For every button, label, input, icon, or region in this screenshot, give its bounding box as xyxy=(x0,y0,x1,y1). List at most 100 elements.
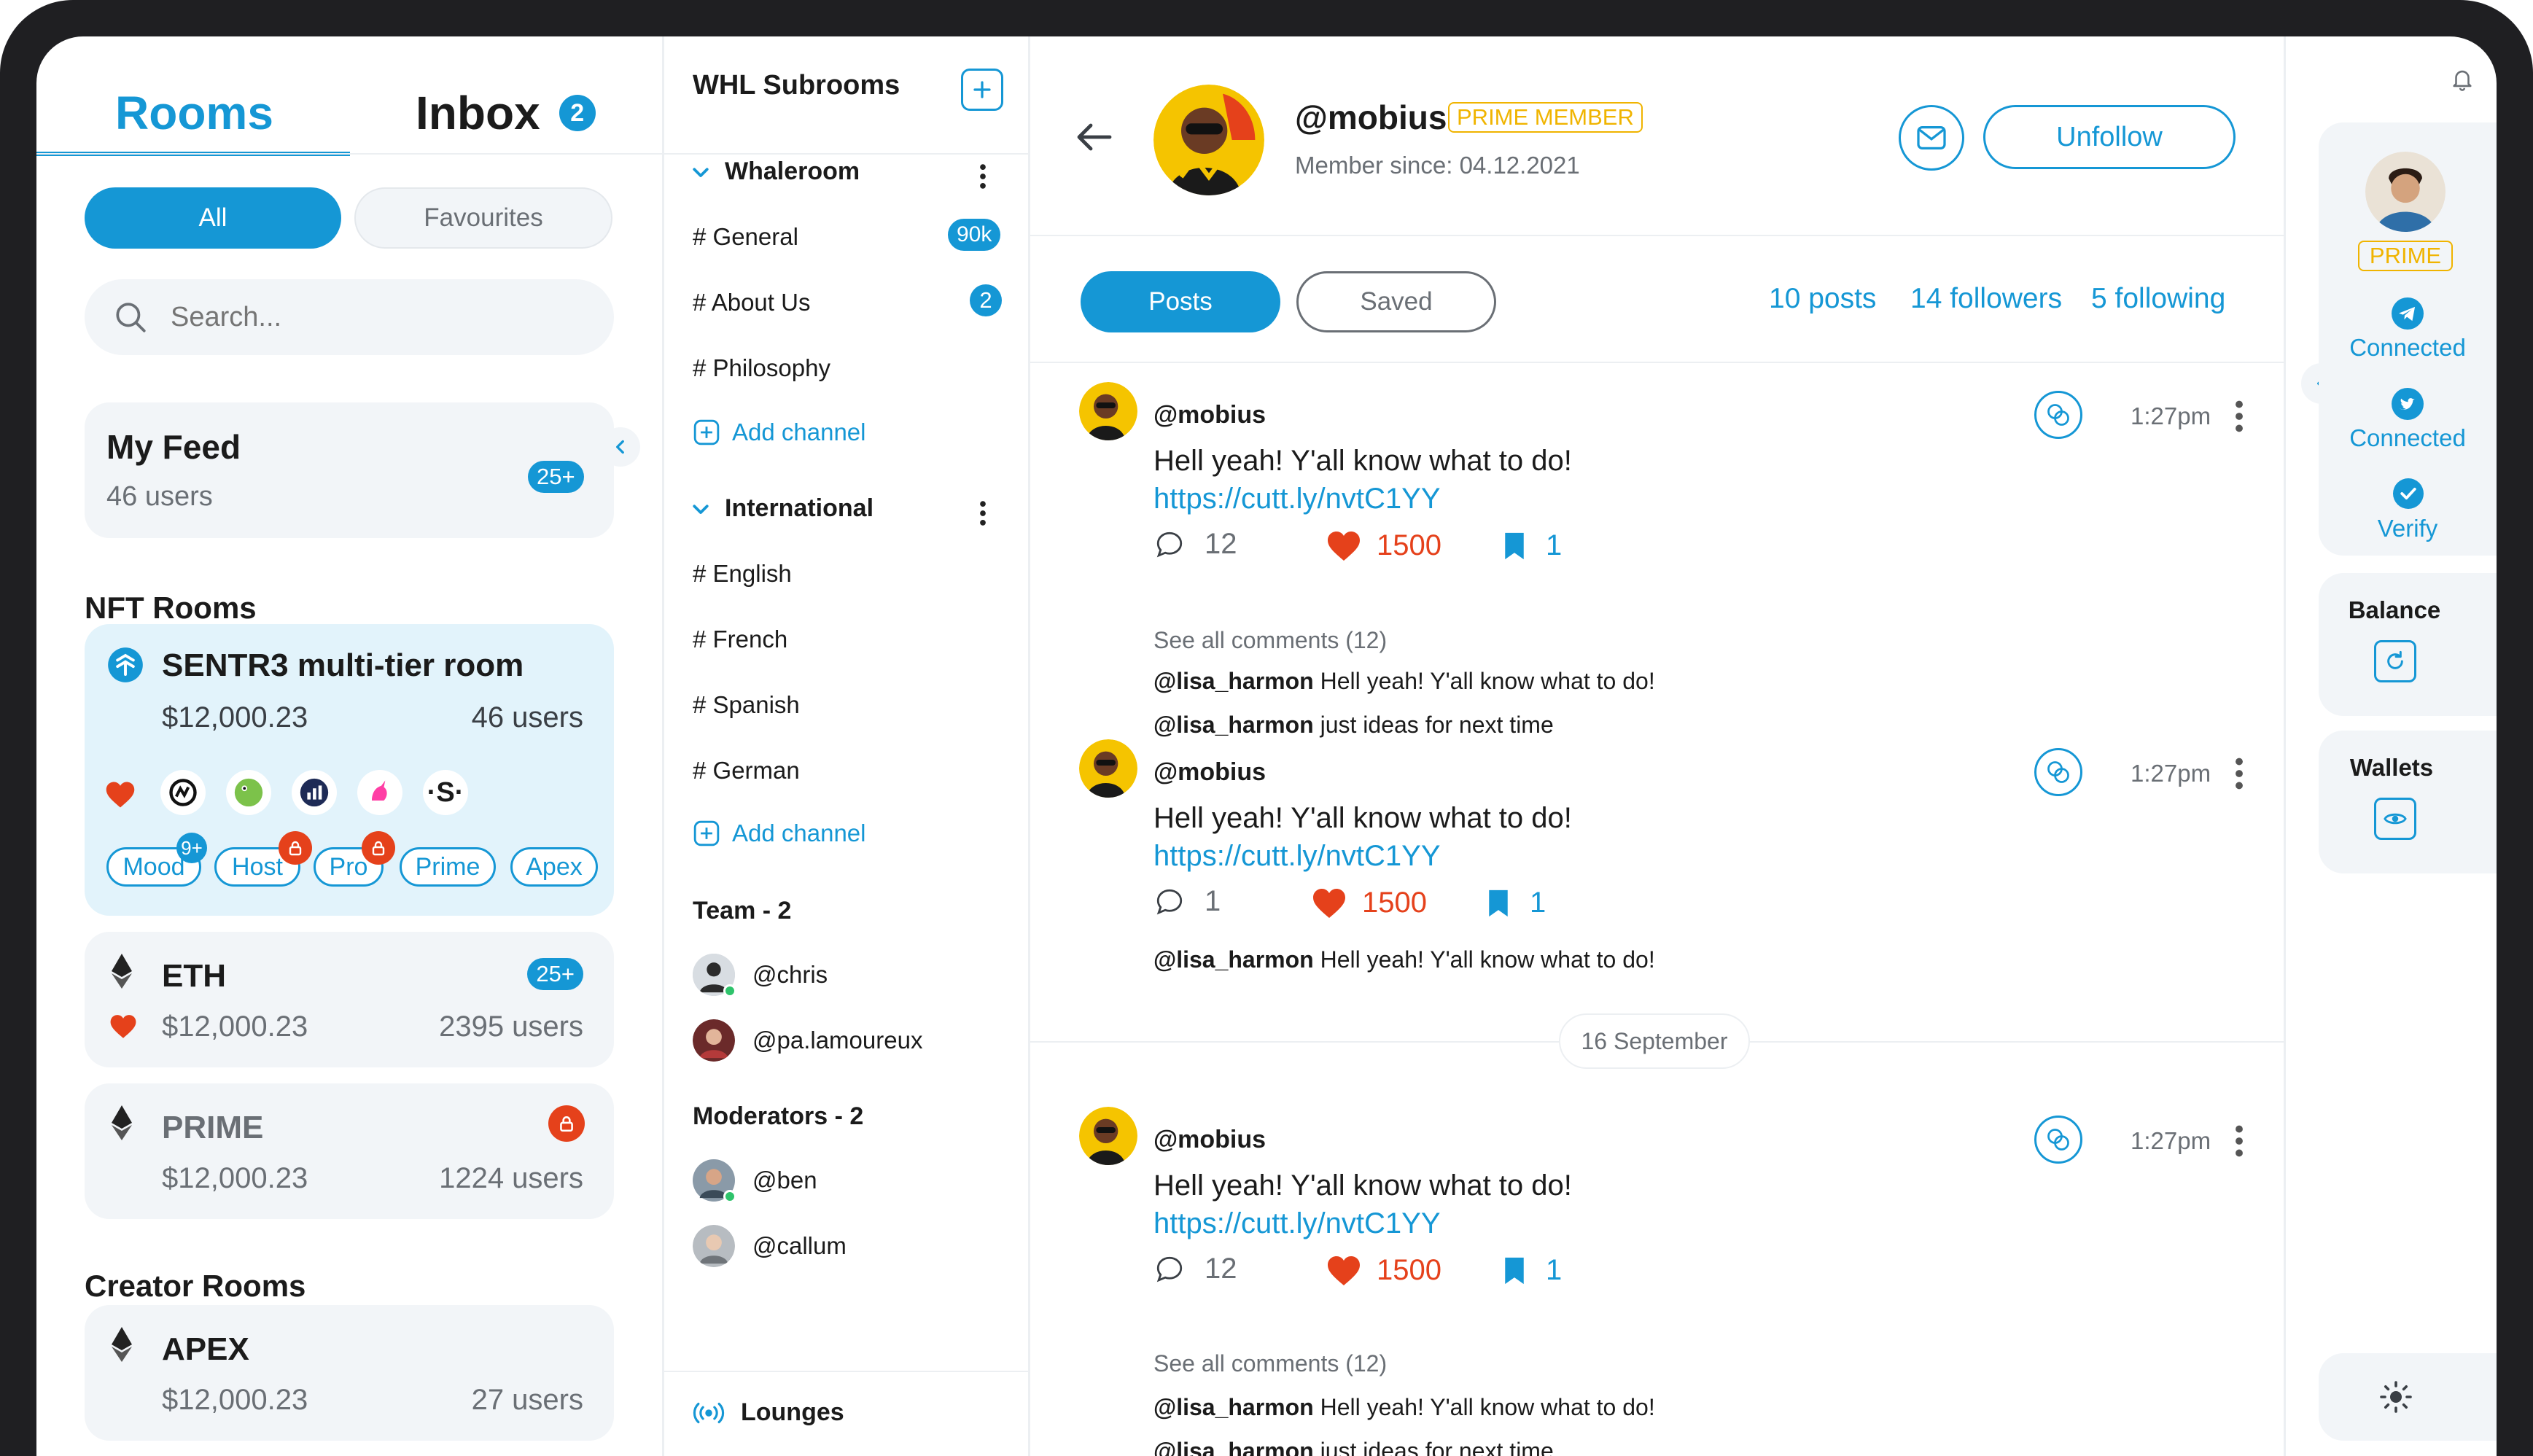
my-feed-card[interactable]: My Feed 46 users 25+ xyxy=(85,402,614,538)
tag-prime[interactable]: Prime xyxy=(400,847,496,887)
member-ben[interactable]: @ben xyxy=(693,1159,817,1203)
eth-name: ETH xyxy=(162,958,226,994)
international-group[interactable]: International xyxy=(690,494,873,523)
theme-toggle-card[interactable] xyxy=(2319,1353,2497,1441)
member-name: @chris xyxy=(752,961,828,988)
member-name: @ben xyxy=(752,1167,817,1194)
post-author[interactable]: @mobius xyxy=(1153,401,1266,429)
apex-room-card[interactable]: APEX $12,000.23 27 users xyxy=(85,1305,614,1441)
channel-philosophy[interactable]: # Philosophy xyxy=(693,354,830,382)
comment-text: just ideas for next time xyxy=(1320,1438,1554,1456)
more-vertical-icon[interactable] xyxy=(978,163,987,193)
save-button[interactable]: 1 xyxy=(1487,887,1546,919)
online-status-dot xyxy=(723,984,736,997)
save-button[interactable]: 1 xyxy=(1503,529,1562,562)
post-author[interactable]: @mobius xyxy=(1153,1126,1266,1154)
heart-icon[interactable] xyxy=(105,780,136,813)
app-screen: Rooms Inbox 2 All Favourites My Feed 46 … xyxy=(36,36,2497,1456)
balance-card[interactable]: Balance xyxy=(2319,573,2497,716)
inbox-tab[interactable]: Inbox 2 xyxy=(416,86,596,140)
search-input[interactable] xyxy=(169,300,577,334)
verify-label[interactable]: Verify xyxy=(2319,515,2497,542)
add-channel-button[interactable]: Add channel xyxy=(693,418,865,446)
rooms-tab[interactable]: Rooms xyxy=(115,86,273,140)
comment-user[interactable]: @lisa_harmon xyxy=(1153,1438,1314,1456)
member-chris[interactable]: @chris xyxy=(693,954,828,997)
comment-button[interactable]: 1 xyxy=(1153,885,1221,918)
avatar[interactable] xyxy=(1079,1107,1137,1165)
tip-coin-icon[interactable] xyxy=(2034,391,2082,439)
sentr3-room-card[interactable]: SENTR3 multi-tier room $12,000.23 46 use… xyxy=(85,624,614,916)
like-button[interactable]: 1500 xyxy=(1326,529,1441,562)
avatar[interactable] xyxy=(1079,739,1137,798)
filter-all-button[interactable]: All xyxy=(85,187,341,249)
eye-icon[interactable] xyxy=(2374,798,2416,840)
like-button[interactable]: 1500 xyxy=(1311,887,1427,919)
channel-french[interactable]: # French xyxy=(693,626,787,653)
telegram-icon[interactable] xyxy=(2392,297,2424,333)
prime-users: 1224 users xyxy=(439,1162,583,1194)
bell-icon[interactable] xyxy=(2450,66,2475,96)
more-vertical-icon[interactable] xyxy=(2234,1124,2244,1161)
see-all-comments-link[interactable]: See all comments (12) xyxy=(1153,1350,1387,1377)
member-pa-lamoureux[interactable]: @pa.lamoureux xyxy=(693,1019,922,1062)
balance-label: Balance xyxy=(2348,596,2441,623)
channel-german[interactable]: # German xyxy=(693,757,800,785)
comment-user[interactable]: @lisa_harmon xyxy=(1153,668,1314,694)
channel-spanish[interactable]: # Spanish xyxy=(693,691,800,719)
prime-name: PRIME xyxy=(162,1110,264,1145)
verify-icon[interactable] xyxy=(2393,478,2424,513)
comment-button[interactable]: 12 xyxy=(1153,1253,1237,1285)
tip-coin-icon[interactable] xyxy=(2034,1116,2082,1164)
refresh-icon[interactable] xyxy=(2374,640,2416,682)
sentr3-users: 46 users xyxy=(471,701,583,733)
unfollow-button[interactable]: Unfollow xyxy=(1983,105,2236,169)
post-author[interactable]: @mobius xyxy=(1153,758,1266,787)
following-link[interactable]: 5 following xyxy=(2091,283,2225,315)
about-us-count-badge: 2 xyxy=(970,284,1002,316)
collapse-sidebar-button[interactable] xyxy=(601,427,640,467)
channel-general[interactable]: # General xyxy=(693,223,798,251)
lounges-button[interactable]: Lounges xyxy=(693,1398,844,1427)
post-link[interactable]: https://cutt.ly/nvtC1YY xyxy=(1153,1207,1441,1240)
more-vertical-icon[interactable] xyxy=(978,500,987,530)
search-box[interactable] xyxy=(85,279,614,355)
filter-favourites-button[interactable]: Favourites xyxy=(354,187,612,249)
channel-about-us[interactable]: # About Us xyxy=(693,289,810,316)
post-link[interactable]: https://cutt.ly/nvtC1YY xyxy=(1153,483,1441,515)
see-all-comments-link[interactable]: See all comments (12) xyxy=(1153,627,1387,654)
sun-icon[interactable] xyxy=(2378,1379,2413,1418)
avatar[interactable] xyxy=(1079,382,1137,440)
channel-english[interactable]: # English xyxy=(693,560,792,588)
member-callum[interactable]: @callum xyxy=(693,1225,847,1267)
add-subroom-button[interactable] xyxy=(961,69,1003,111)
comment-count: 12 xyxy=(1205,528,1237,560)
comment-user[interactable]: @lisa_harmon xyxy=(1153,1394,1314,1420)
heart-icon[interactable] xyxy=(109,1013,137,1043)
tag-apex[interactable]: Apex xyxy=(510,847,598,887)
whaleroom-group[interactable]: Whaleroom xyxy=(690,157,860,186)
saved-tab-button[interactable]: Saved xyxy=(1296,271,1496,332)
like-button[interactable]: 1500 xyxy=(1326,1254,1441,1287)
message-button[interactable] xyxy=(1899,105,1964,171)
add-channel-button[interactable]: Add channel xyxy=(693,820,865,847)
post-link[interactable]: https://cutt.ly/nvtC1YY xyxy=(1153,840,1441,873)
posts-count-link[interactable]: 10 posts xyxy=(1769,283,1876,315)
twitter-icon[interactable] xyxy=(2392,388,2424,424)
tip-coin-icon[interactable] xyxy=(2034,748,2082,796)
user-avatar[interactable] xyxy=(2365,152,2446,232)
followers-link[interactable]: 14 followers xyxy=(1910,283,2062,315)
moderators-heading: Moderators - 2 xyxy=(693,1102,864,1130)
comment-user[interactable]: @lisa_harmon xyxy=(1153,946,1314,973)
prime-room-card[interactable]: PRIME $12,000.23 1224 users xyxy=(85,1083,614,1219)
inbox-count-badge: 2 xyxy=(559,95,596,131)
comment-button[interactable]: 12 xyxy=(1153,528,1237,561)
back-arrow-icon[interactable] xyxy=(1075,120,1113,158)
eth-room-card[interactable]: ETH 25+ $12,000.23 2395 users xyxy=(85,932,614,1067)
posts-tab-button[interactable]: Posts xyxy=(1081,271,1280,332)
more-vertical-icon[interactable] xyxy=(2234,400,2244,437)
wallets-card[interactable]: Wallets xyxy=(2319,731,2497,873)
bookmark-icon xyxy=(1505,532,1524,559)
save-button[interactable]: 1 xyxy=(1503,1254,1562,1287)
more-vertical-icon[interactable] xyxy=(2234,757,2244,794)
